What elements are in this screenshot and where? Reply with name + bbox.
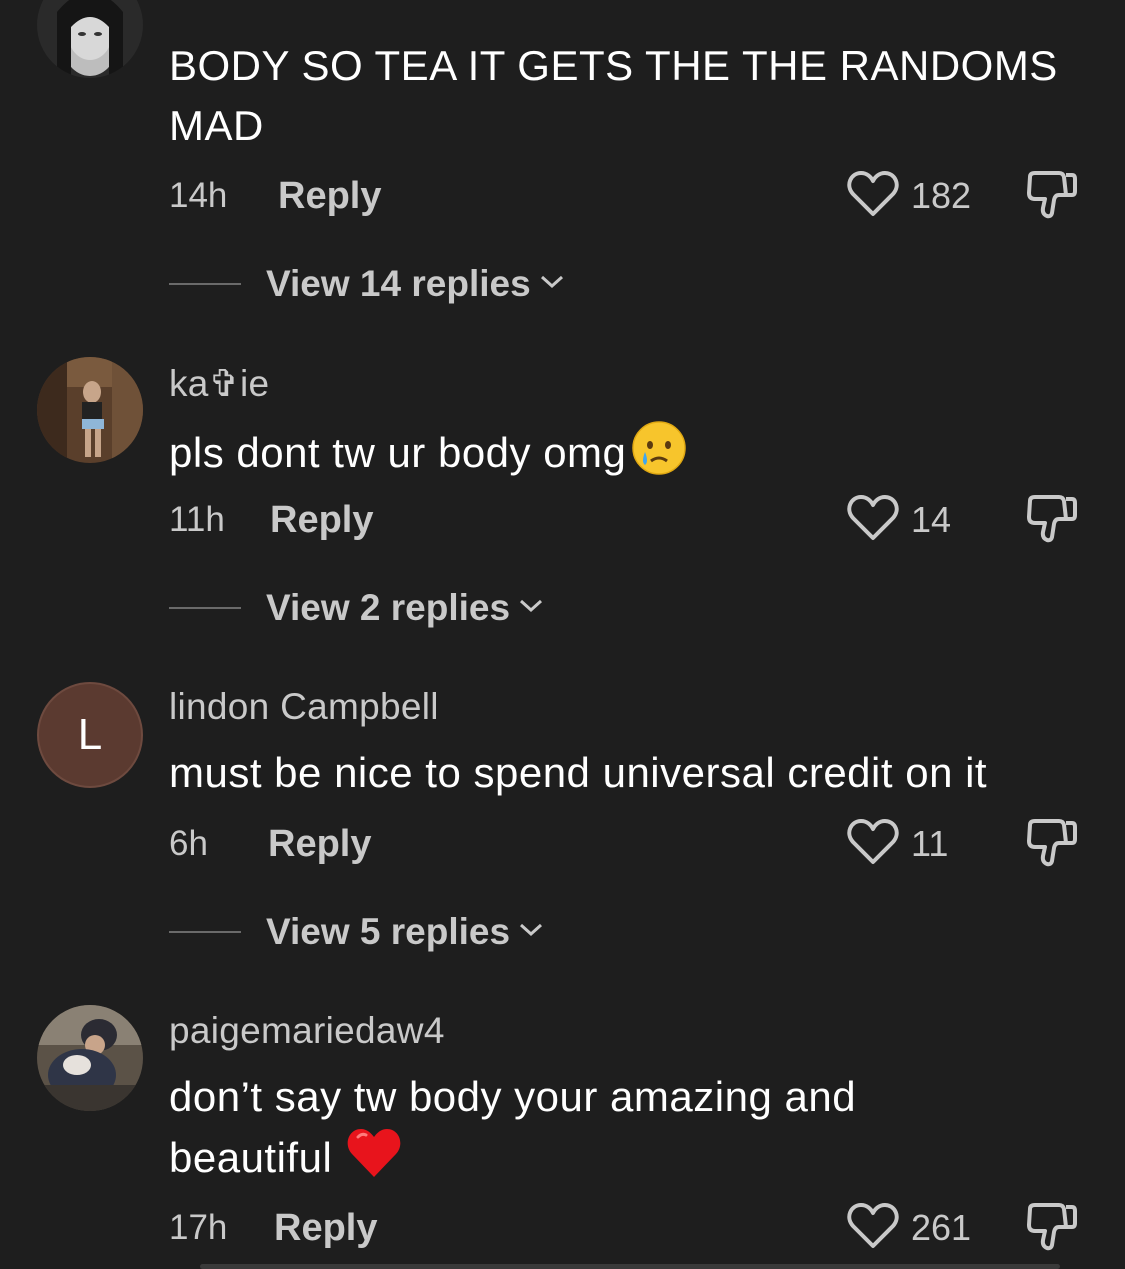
like-count: 14 (911, 499, 952, 540)
comment-time: 6h (169, 824, 208, 863)
dislike-button[interactable] (1025, 493, 1079, 548)
reply-button[interactable]: Reply (274, 1203, 377, 1253)
comment-actions: 14h Reply 182 (169, 169, 1125, 224)
like-button[interactable]: 11 (847, 818, 949, 871)
red-heart-icon (346, 1127, 402, 1195)
chevron-down-icon (531, 274, 565, 295)
view-replies-label: View 5 replies (266, 911, 511, 952)
comment-time: 14h (169, 176, 228, 215)
comment-time: 11h (169, 500, 225, 539)
user-avatar[interactable] (37, 0, 143, 78)
comment-time: 17h (169, 1208, 228, 1247)
thumbs-down-icon (1025, 817, 1079, 872)
user-avatar[interactable]: L (37, 682, 143, 788)
reply-button[interactable]: Reply (278, 171, 381, 221)
comment-text: don’t say tw body your amazing and beaut… (169, 1067, 969, 1195)
view-replies-button[interactable]: View 14 replies (169, 261, 565, 307)
thumbs-down-icon (1025, 169, 1079, 224)
comment-text-content: don’t say tw body your amazing and beaut… (169, 1073, 857, 1182)
divider-line (169, 283, 241, 285)
comment-text-content: pls dont tw ur body omg (169, 429, 627, 477)
like-button[interactable]: 182 (847, 170, 972, 223)
dislike-button[interactable] (1025, 817, 1079, 872)
heart-icon (847, 494, 899, 547)
thumbs-down-icon (1025, 493, 1079, 548)
chevron-down-icon (510, 922, 544, 943)
dislike-button[interactable] (1025, 1201, 1079, 1256)
like-count: 261 (911, 1207, 972, 1248)
view-replies-label: View 2 replies (266, 587, 511, 628)
comment-actions: 6h Reply 11 (169, 817, 1125, 872)
username[interactable]: lindon Campbell (169, 686, 439, 728)
view-replies-button[interactable]: View 5 replies (169, 909, 544, 955)
like-button[interactable]: 14 (847, 494, 952, 547)
heart-icon (847, 170, 899, 223)
reply-button[interactable]: Reply (270, 495, 373, 545)
comment-text: must be nice to spend universal credit o… (169, 749, 988, 796)
crying-face-icon (630, 419, 688, 493)
like-count: 182 (911, 175, 972, 216)
avatar-letter: L (77, 710, 103, 759)
like-button[interactable]: 261 (847, 1202, 972, 1255)
view-replies-label: View 14 replies (266, 263, 531, 304)
bottom-edge-bar (200, 1264, 1060, 1269)
username[interactable]: paigemariedaw4 (169, 1010, 445, 1052)
view-replies-button[interactable]: View 2 replies (169, 585, 544, 631)
heart-icon (847, 818, 899, 871)
user-avatar[interactable] (37, 357, 143, 463)
comment-actions: 11h Reply 14 (169, 493, 1125, 548)
dislike-button[interactable] (1025, 169, 1079, 224)
chevron-down-icon (510, 598, 544, 619)
reply-button[interactable]: Reply (268, 819, 371, 869)
comment-actions: 17h Reply 261 (169, 1201, 1125, 1256)
comment-text: BODY SO TEA IT GETS THE THE RANDOMS MAD (169, 42, 1058, 149)
user-avatar[interactable] (37, 1005, 143, 1111)
username[interactable]: ka✞ie (169, 362, 269, 405)
thumbs-down-icon (1025, 1201, 1079, 1256)
comment-text: pls dont tw ur body omg (169, 419, 1089, 493)
heart-icon (847, 1202, 899, 1255)
like-count: 11 (911, 823, 949, 864)
divider-line (169, 931, 241, 933)
divider-line (169, 607, 241, 609)
